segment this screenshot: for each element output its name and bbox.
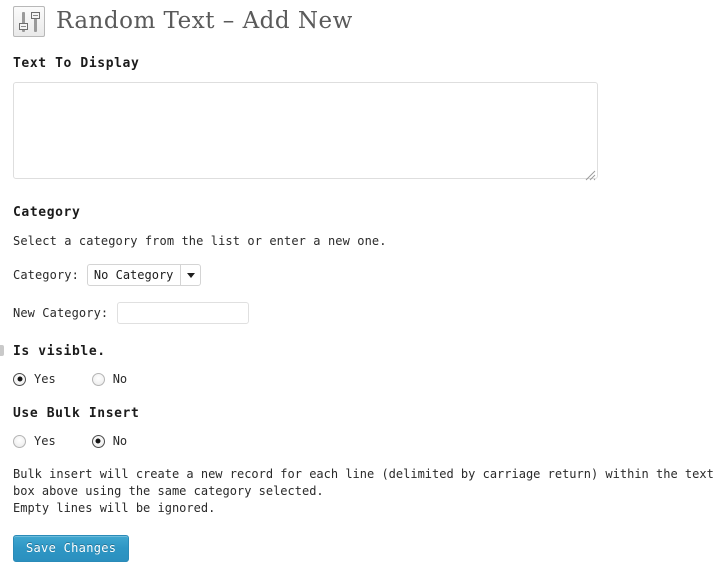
save-changes-button[interactable]: Save Changes	[13, 535, 130, 562]
radio-button[interactable]	[91, 372, 105, 386]
category-select-label: Category:	[13, 268, 79, 282]
category-helper-text: Select a category from the list or enter…	[13, 234, 387, 248]
sliders-icon	[13, 6, 45, 37]
category-select-row: Category: No Category	[13, 264, 726, 286]
bulk-insert-option-yes[interactable]: Yes	[13, 434, 56, 448]
bulk-insert-option-no[interactable]: No	[91, 434, 128, 448]
text-to-display-textarea[interactable]	[13, 82, 598, 179]
heading-text-to-display: Text To Display	[13, 56, 140, 71]
bulk-insert-note-line-2: Empty lines will be ignored.	[13, 501, 216, 515]
heading-is-visible: Is visible.	[13, 344, 106, 359]
left-edge-artifact	[0, 345, 4, 356]
chevron-down-icon[interactable]	[180, 265, 200, 285]
page-header: Random Text – Add New	[0, 0, 726, 37]
bulk-insert-note: Bulk insert will create a new record for…	[13, 466, 726, 517]
form-content: Text To Display Category Select a catego…	[0, 56, 726, 562]
slider-handle-left	[19, 23, 28, 30]
bulk-insert-radio-group: Yes No	[13, 434, 726, 448]
bulk-insert-note-line-1: Bulk insert will create a new record for…	[13, 467, 714, 498]
heading-use-bulk-insert: Use Bulk Insert	[13, 406, 140, 421]
is-visible-radio-group: Yes No	[13, 372, 726, 386]
radio-button[interactable]	[91, 434, 105, 448]
category-select[interactable]: No Category	[86, 264, 202, 286]
category-select-value: No Category	[93, 268, 174, 282]
radio-button[interactable]	[13, 372, 26, 386]
page-title: Random Text – Add New	[56, 8, 353, 34]
radio-label: Yes	[34, 434, 56, 448]
radio-label: Yes	[34, 372, 56, 386]
radio-button[interactable]	[13, 434, 26, 448]
slider-handle-right	[31, 12, 40, 19]
new-category-input[interactable]	[117, 302, 250, 324]
is-visible-option-yes[interactable]: Yes	[13, 372, 56, 386]
radio-label: No	[112, 434, 128, 448]
is-visible-option-no[interactable]: No	[91, 372, 128, 386]
radio-label: No	[112, 372, 128, 386]
heading-category: Category	[13, 205, 81, 220]
new-category-label: New Category:	[13, 306, 109, 320]
new-category-row: New Category:	[13, 302, 726, 324]
